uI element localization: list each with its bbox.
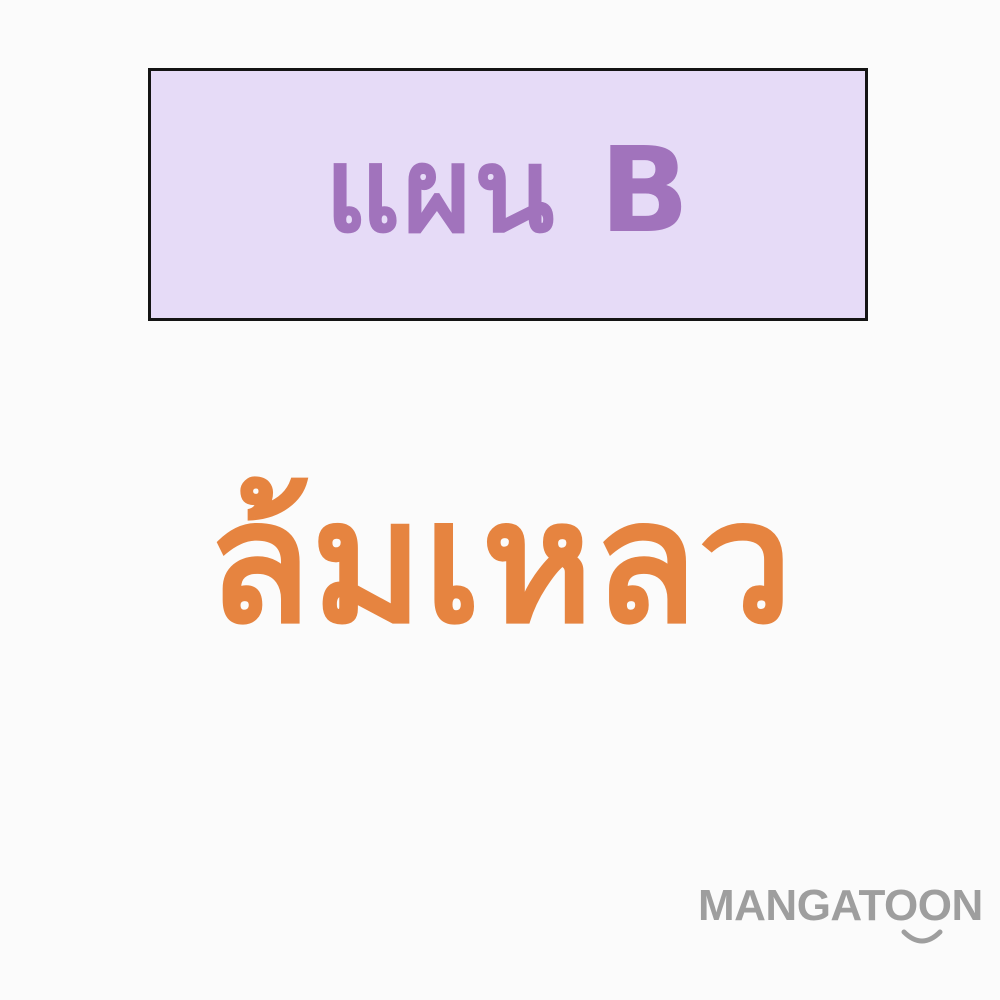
caption-text: ล้มเหลว — [206, 464, 794, 662]
comic-panel: แผน B ล้มเหลว MANGATOON — [0, 0, 1000, 1000]
title-text: แผน B — [324, 120, 692, 259]
watermark-text: MANGATOON — [698, 881, 983, 930]
smile-icon — [901, 929, 943, 944]
mangatoon-watermark: MANGATOON — [698, 884, 998, 954]
title-box: แผน B — [148, 68, 868, 321]
